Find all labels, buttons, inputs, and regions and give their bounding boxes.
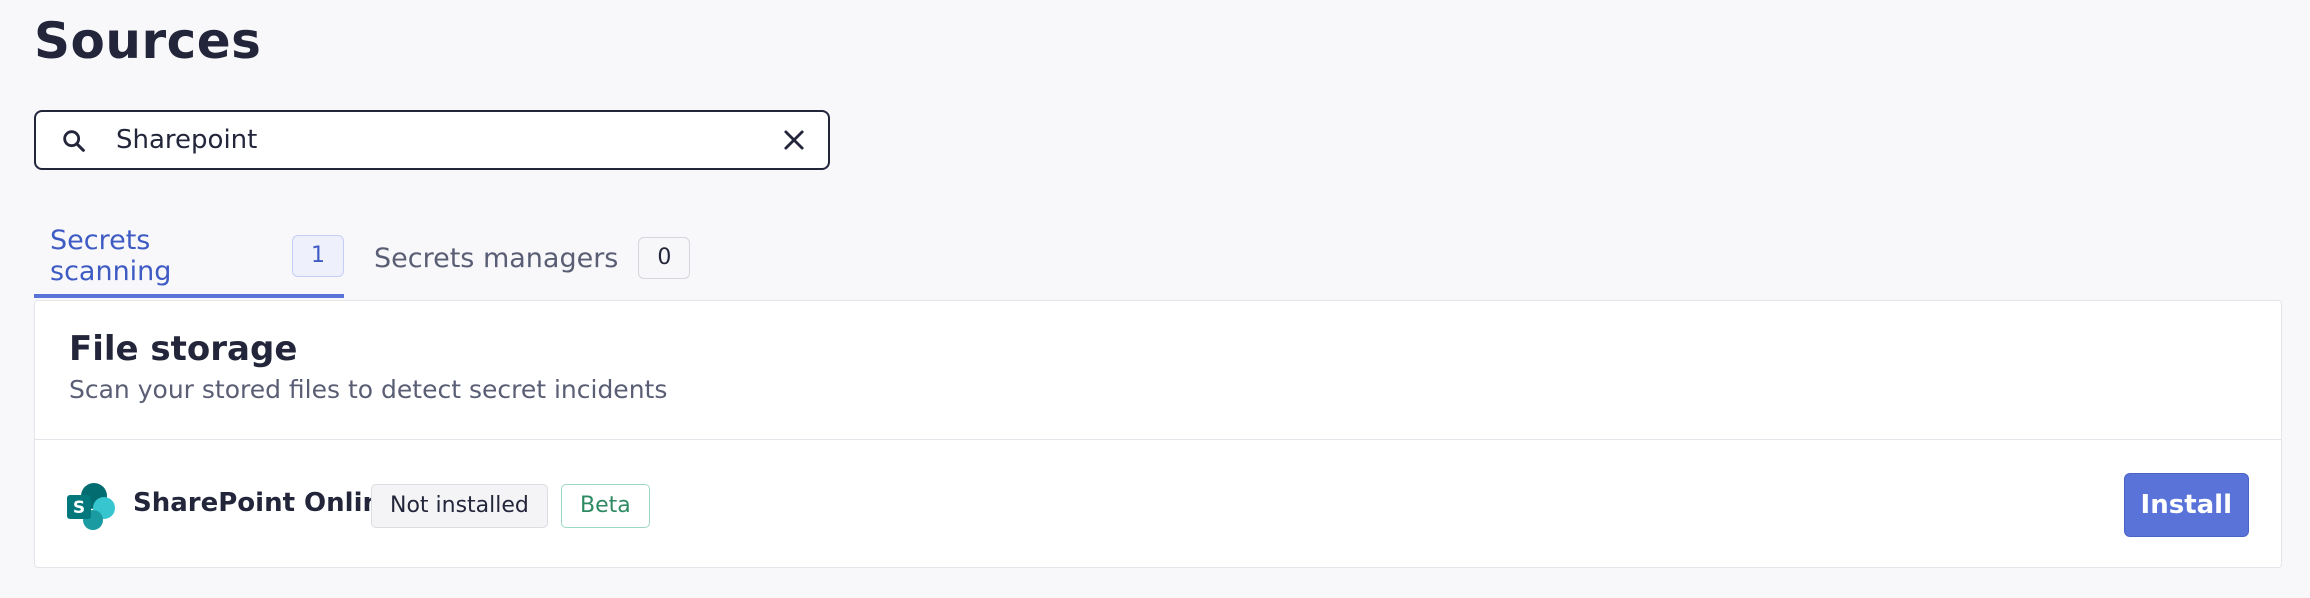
source-tabs: Secrets scanning 1 Secrets managers 0 [34, 218, 764, 298]
tab-count-badge: 1 [292, 235, 344, 277]
tab-label: Secrets scanning [50, 225, 172, 287]
source-row-sharepoint: S SharePoint Online Not installed Beta I… [35, 440, 2281, 568]
sharepoint-icon: S [67, 483, 115, 530]
beta-badge: Beta [561, 484, 650, 528]
search-box[interactable] [34, 110, 830, 170]
tab-count-badge: 0 [638, 237, 691, 279]
source-name: SharePoint Online [133, 488, 399, 518]
section-title: File storage [69, 329, 298, 369]
clear-search-icon[interactable] [780, 126, 808, 154]
file-storage-card: File storage Scan your stored files to d… [34, 300, 2282, 568]
search-input[interactable] [116, 120, 756, 160]
page-title: Sources [34, 12, 262, 70]
tab-label: Secrets managers [374, 242, 619, 274]
tab-secrets-managers[interactable]: Secrets managers 0 [374, 218, 691, 298]
search-icon [63, 130, 85, 152]
install-button[interactable]: Install [2123, 473, 2249, 537]
svg-text:S: S [73, 498, 85, 518]
section-subtitle: Scan your stored files to detect secret … [69, 375, 668, 404]
status-badge: Not installed [371, 484, 548, 528]
tab-secrets-scanning[interactable]: Secrets scanning 1 [34, 218, 344, 298]
